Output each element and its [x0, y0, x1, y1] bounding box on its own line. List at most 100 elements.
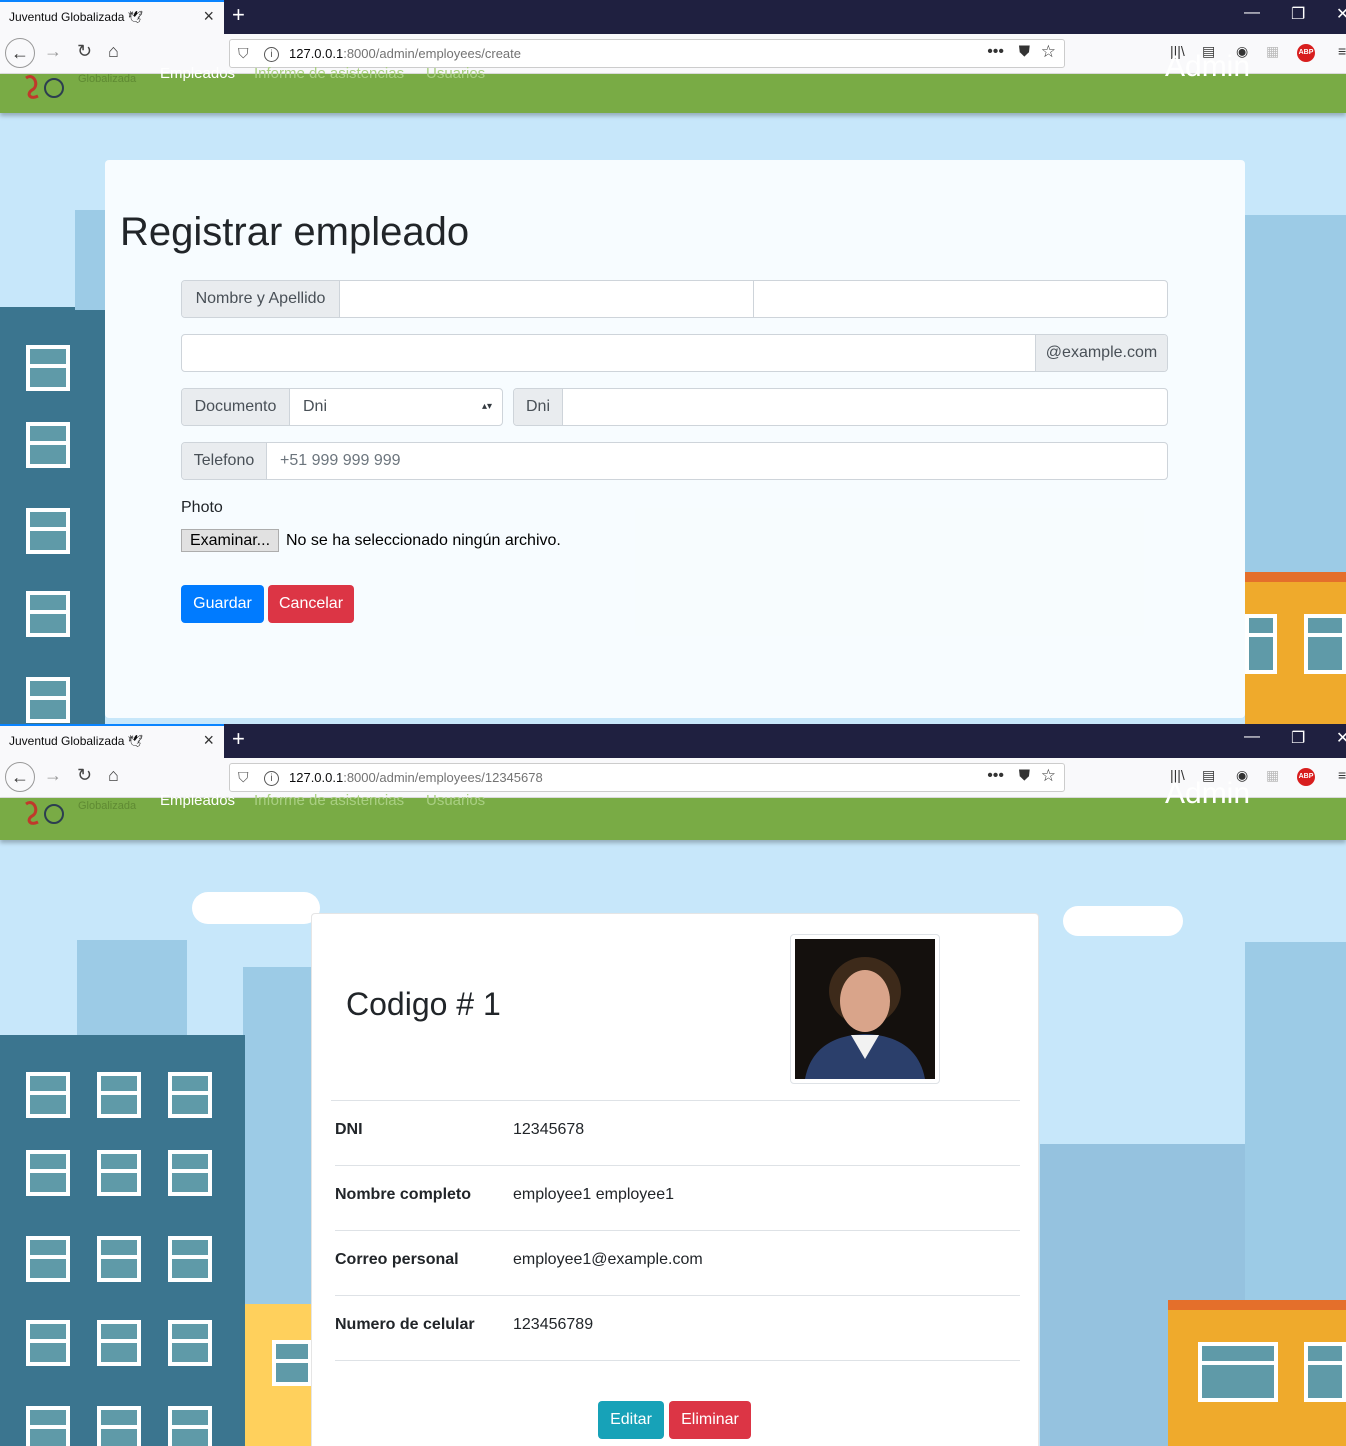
- email-suffix: @example.com: [1035, 335, 1167, 371]
- cloud-deco: [192, 892, 320, 924]
- file-status-text: No se ha seleccionado ningún archivo.: [286, 532, 561, 549]
- pocket-icon[interactable]: ⛊: [1019, 43, 1030, 60]
- divider: [335, 1295, 1020, 1296]
- restore-icon[interactable]: ❐: [1291, 4, 1305, 24]
- window-deco: [26, 1150, 70, 1196]
- close-window-icon[interactable]: ✕: [1336, 728, 1346, 748]
- url-text: 127.0.0.1:8000/admin/employees/12345678: [289, 770, 543, 785]
- close-tab-icon[interactable]: ×: [203, 6, 214, 27]
- browser-window-detail: Juventud Globalizada 🕊 × + — ❐ ✕ ← → ↻ ⌂…: [0, 724, 1346, 1446]
- menu-icon[interactable]: ≡: [1338, 43, 1346, 59]
- document-type-value: Dni: [303, 398, 328, 415]
- dni-label: DNI: [335, 1121, 363, 1138]
- pocket-icon[interactable]: ⛊: [1019, 767, 1030, 784]
- file-browse-button[interactable]: Examinar...: [181, 529, 279, 552]
- first-name-input[interactable]: [340, 281, 754, 317]
- nav-empleados[interactable]: Empleados: [160, 792, 235, 809]
- browser-tab[interactable]: Juventud Globalizada 🕊 ×: [0, 724, 224, 758]
- browser-tab[interactable]: Juventud Globalizada 🕊 ×: [0, 0, 224, 34]
- window-deco: [1304, 1342, 1346, 1402]
- fullname-value: employee1 employee1: [513, 1186, 674, 1203]
- new-tab-icon[interactable]: +: [232, 2, 245, 28]
- reload-icon[interactable]: ↻: [77, 41, 92, 62]
- page-actions-icon[interactable]: •••: [987, 43, 1004, 61]
- back-icon[interactable]: ←: [5, 38, 35, 68]
- shield-icon: ⛉: [238, 45, 249, 61]
- name-label: Nombre y Apellido: [182, 281, 340, 317]
- name-input-group: Nombre y Apellido: [181, 280, 1168, 318]
- forward-icon[interactable]: →: [44, 765, 62, 786]
- page-actions-icon[interactable]: •••: [987, 767, 1004, 785]
- building-right: [1245, 215, 1346, 575]
- phone-input[interactable]: +51 999 999 999: [267, 443, 1167, 479]
- close-tab-icon[interactable]: ×: [203, 730, 214, 751]
- restore-icon[interactable]: ❐: [1291, 728, 1305, 748]
- email-input-group: @example.com: [181, 334, 1168, 372]
- save-button[interactable]: Guardar: [181, 585, 264, 623]
- photo-label: Photo: [181, 499, 223, 516]
- home-icon[interactable]: ⌂: [108, 765, 119, 786]
- create-employee-card: Registrar empleado Nombre y Apellido @ex…: [105, 160, 1245, 718]
- window-deco: [168, 1072, 212, 1118]
- building-bg-left: [75, 210, 105, 310]
- nav-usuarios[interactable]: Usuarios: [426, 65, 485, 82]
- url-bar[interactable]: ⛉ i 127.0.0.1:8000/admin/employees/creat…: [229, 39, 1065, 68]
- document-number-group: Dni: [513, 388, 1168, 426]
- home-icon[interactable]: ⌂: [108, 41, 119, 62]
- window-deco: [26, 1072, 70, 1118]
- building-right: [1245, 942, 1346, 1342]
- nav-informe[interactable]: Informe de asistencias: [254, 792, 404, 809]
- window-deco: [26, 508, 70, 554]
- last-name-input[interactable]: [754, 281, 1167, 317]
- employee-detail-card: Codigo # 1 DNI 12345678 Nombre completo …: [311, 913, 1039, 1446]
- email-input[interactable]: [182, 335, 1035, 371]
- nav-empleados[interactable]: Empleados: [160, 65, 235, 82]
- window-deco: [26, 1236, 70, 1282]
- admin-dropdown[interactable]: Admin: [1165, 50, 1250, 84]
- select-arrows-icon: ▴▾: [481, 401, 492, 412]
- email-value: employee1@example.com: [513, 1251, 703, 1268]
- info-icon[interactable]: i: [264, 771, 279, 786]
- extension-gray-icon[interactable]: ▦: [1266, 43, 1279, 60]
- bookmark-star-icon[interactable]: ☆: [1041, 42, 1056, 62]
- extension-gray-icon[interactable]: ▦: [1266, 767, 1279, 784]
- document-type-select[interactable]: Dni ▴▾: [290, 389, 502, 425]
- nav-informe[interactable]: Informe de asistencias: [254, 65, 404, 82]
- window-deco: [1198, 1342, 1278, 1402]
- shield-icon: ⛉: [238, 769, 249, 785]
- employee-photo: [790, 934, 940, 1084]
- phone-label: Numero de celular: [335, 1316, 475, 1333]
- new-tab-icon[interactable]: +: [232, 726, 245, 752]
- page-title: Registrar empleado: [120, 210, 470, 254]
- bookmark-star-icon[interactable]: ☆: [1041, 766, 1056, 786]
- back-icon[interactable]: ←: [5, 762, 35, 792]
- window-deco: [1245, 614, 1277, 674]
- window-deco: [168, 1406, 212, 1446]
- minimize-icon[interactable]: —: [1244, 4, 1260, 22]
- document-number-input[interactable]: [563, 389, 1167, 425]
- nav-usuarios[interactable]: Usuarios: [426, 792, 485, 809]
- cancel-button[interactable]: Cancelar: [268, 585, 354, 623]
- delete-button[interactable]: Eliminar: [669, 1401, 751, 1439]
- menu-icon[interactable]: ≡: [1338, 767, 1346, 783]
- edit-button[interactable]: Editar: [598, 1401, 664, 1439]
- admin-dropdown[interactable]: Admin: [1165, 777, 1250, 811]
- forward-icon[interactable]: →: [44, 41, 62, 62]
- email-label: Correo personal: [335, 1251, 459, 1268]
- adblock-icon[interactable]: ABP: [1297, 768, 1315, 786]
- close-window-icon[interactable]: ✕: [1336, 4, 1346, 24]
- phone-label: Telefono: [182, 443, 267, 479]
- info-icon[interactable]: i: [264, 47, 279, 62]
- url-text: 127.0.0.1:8000/admin/employees/create: [289, 46, 521, 61]
- cloud-deco: [1063, 906, 1183, 936]
- reload-icon[interactable]: ↻: [77, 765, 92, 786]
- adblock-icon[interactable]: ABP: [1297, 44, 1315, 62]
- window-deco: [272, 1340, 312, 1386]
- url-bar[interactable]: ⛉ i 127.0.0.1:8000/admin/employees/12345…: [229, 763, 1065, 792]
- window-deco: [26, 591, 70, 637]
- divider: [335, 1165, 1020, 1166]
- tab-title: Juventud Globalizada 🕊: [9, 10, 143, 24]
- minimize-icon[interactable]: —: [1244, 728, 1260, 746]
- window-deco: [97, 1150, 141, 1196]
- tab-bar: Juventud Globalizada 🕊 × + — ❐ ✕: [0, 0, 1346, 34]
